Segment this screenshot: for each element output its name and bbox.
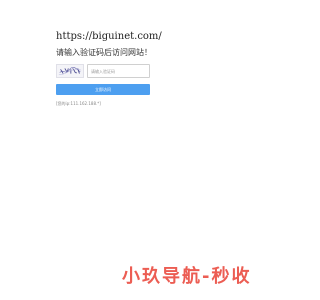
ip-address-text: [您的ip:111.162.188.*] xyxy=(56,101,101,106)
watermark-text: 小玖导航-秒收 xyxy=(122,266,252,287)
submit-button[interactable]: 立即访问 xyxy=(56,84,150,95)
captcha-prompt: 请输入验证码后访问网站！ xyxy=(56,48,152,57)
page: https://biguinet.com/ 请输入验证码后访问网站！ 立即访问 … xyxy=(0,0,300,300)
captcha-image[interactable] xyxy=(56,64,84,78)
captcha-row xyxy=(56,64,150,78)
site-url: https://biguinet.com/ xyxy=(56,31,162,42)
captcha-input[interactable] xyxy=(87,64,150,78)
